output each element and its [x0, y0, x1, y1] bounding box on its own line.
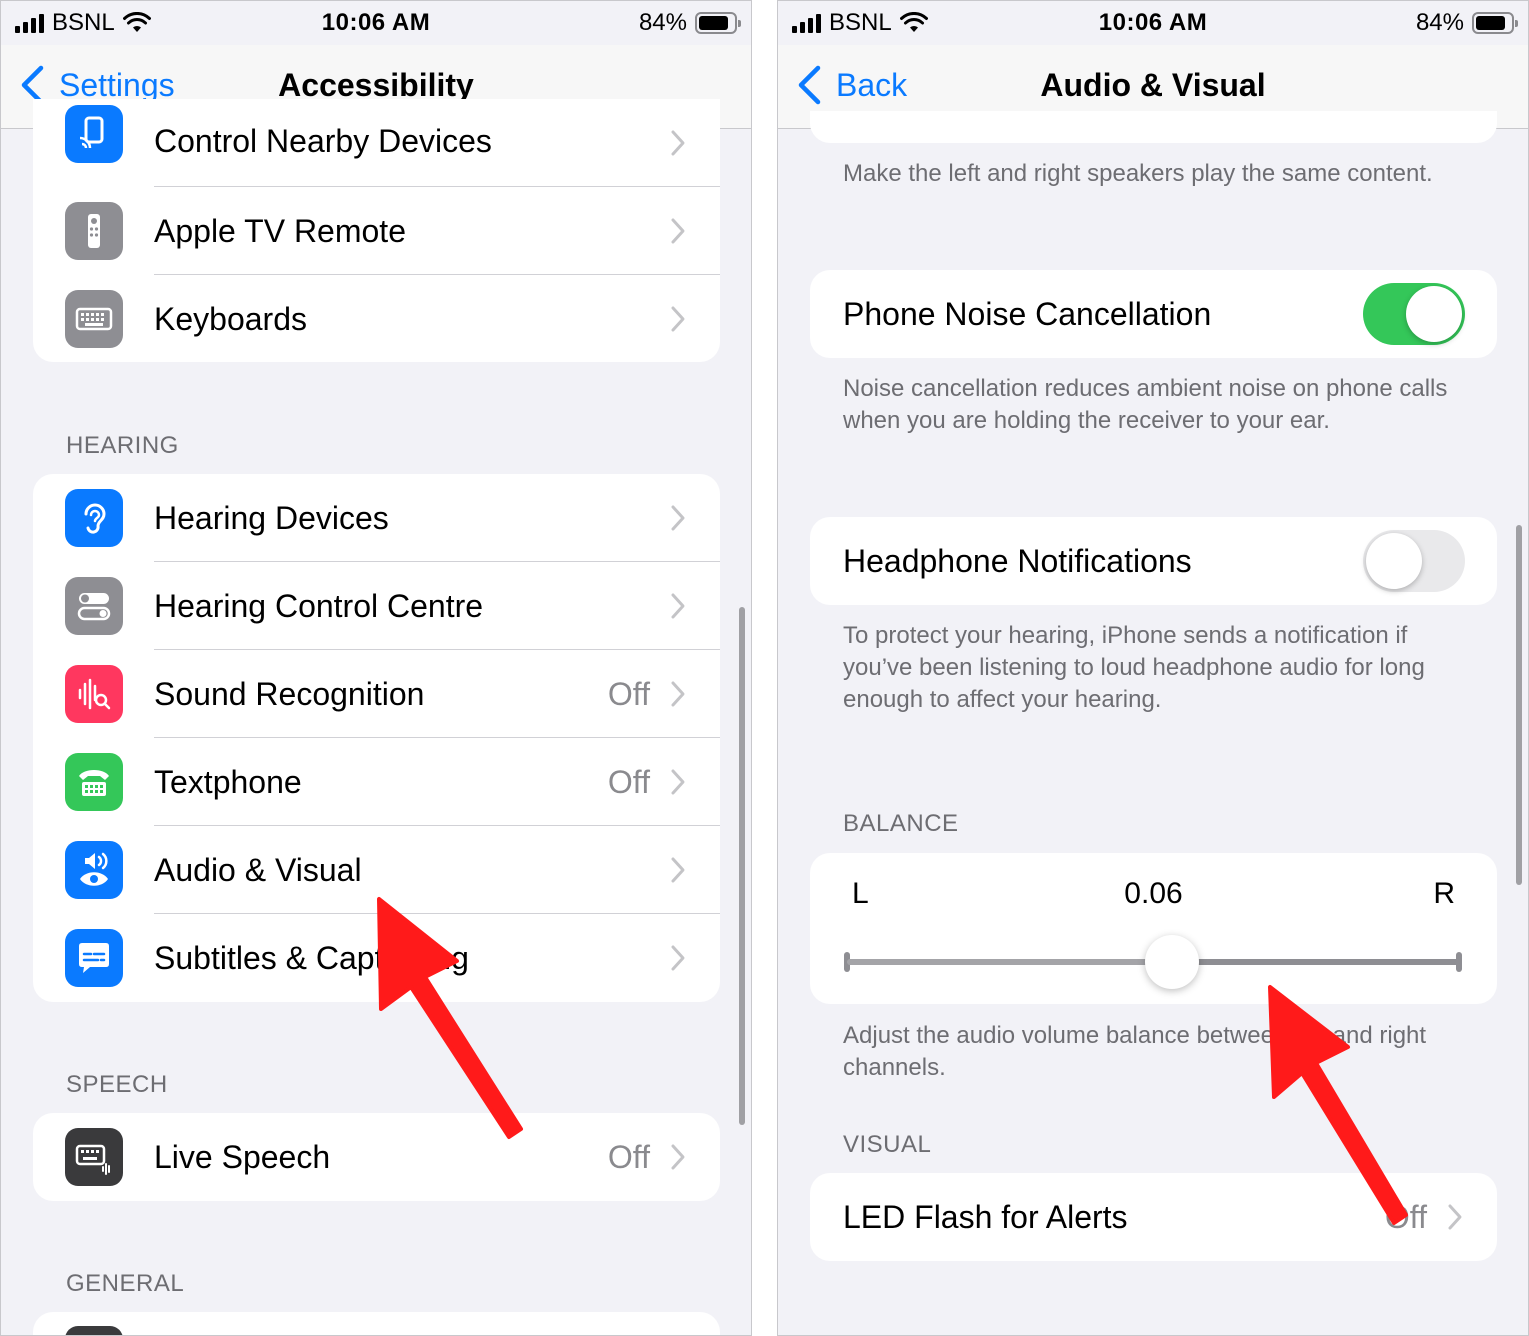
list-item-value: Off — [607, 1138, 650, 1175]
tv-remote-icon — [65, 202, 123, 260]
headphone-notifications-label: Headphone Notifications — [843, 542, 1192, 579]
chevron-right-icon — [671, 769, 685, 795]
chevron-right-icon — [1448, 1204, 1462, 1230]
slider-track-left — [847, 959, 1172, 965]
keyboard-icon — [65, 290, 123, 348]
slider-max-cap — [1456, 952, 1462, 972]
toggles-icon — [65, 577, 123, 635]
list-item-value: Off — [1384, 1198, 1427, 1235]
battery-icon — [695, 12, 741, 34]
balance-group: L 0.06 R — [810, 853, 1497, 1004]
list-item-hearing-control-centre[interactable]: Hearing Control Centre — [33, 562, 720, 650]
back-button-label: Settings — [59, 66, 175, 103]
balance-slider[interactable] — [844, 935, 1462, 989]
list-item-label: LED Flash for Alerts — [843, 1198, 1128, 1235]
battery-percent: 84% — [1415, 9, 1464, 36]
audio-visual-screen: BSNL 10:06 AM 84% Back Audio & Visual Ma… — [777, 0, 1529, 1336]
balance-right-label: R — [1433, 877, 1455, 910]
noise-cancellation-label: Phone Noise Cancellation — [843, 295, 1212, 332]
slider-thumb[interactable] — [1144, 935, 1199, 989]
scrollbar[interactable] — [1516, 525, 1522, 885]
chevron-right-icon — [671, 857, 685, 883]
textphone-icon — [65, 753, 123, 811]
waveform-search-icon — [65, 665, 123, 723]
list-item-textphone[interactable]: Textphone Off — [33, 738, 720, 826]
list-item-label: Subtitles & Captioning — [154, 939, 469, 976]
visual-group: LED Flash for Alerts Off — [810, 1173, 1497, 1261]
headphone-notifications-toggle[interactable] — [1363, 530, 1465, 592]
list-item-value: Off — [607, 675, 650, 712]
noise-cancellation-row: Phone Noise Cancellation — [810, 270, 1497, 358]
live-speech-keyboard-icon — [65, 1128, 123, 1186]
list-item-sound-recognition[interactable]: Sound Recognition Off — [33, 650, 720, 738]
slider-track-right — [1171, 959, 1459, 965]
chevron-right-icon — [671, 1144, 685, 1170]
list-item-hearing-devices[interactable]: Hearing Devices — [33, 474, 720, 562]
mono-audio-group — [810, 111, 1497, 143]
list-item-label: Apple TV Remote — [154, 212, 406, 249]
chevron-right-icon — [671, 130, 685, 156]
list-item-live-speech[interactable]: Live Speech Off — [33, 1113, 720, 1201]
balance-footer: Adjust the audio volume balance between … — [843, 1022, 1427, 1081]
list-item-label: Textphone — [154, 763, 302, 800]
noise-cancellation-toggle[interactable] — [1363, 283, 1465, 345]
status-bar: BSNL 10:06 AM 84% — [778, 1, 1528, 45]
chevron-right-icon — [671, 218, 685, 244]
speech-group: Live Speech Off — [33, 1113, 720, 1201]
list-item-keyboards[interactable]: Keyboards — [33, 275, 720, 362]
scrollbar[interactable] — [739, 607, 745, 1125]
back-button[interactable]: Back — [796, 65, 907, 105]
section-header-general: GENERAL — [66, 1270, 185, 1297]
caption-bubble-icon — [65, 929, 123, 987]
list-item-value: Off — [607, 763, 650, 800]
headphone-notifications-row: Headphone Notifications — [810, 517, 1497, 605]
interaction-group: Control Nearby Devices Apple TV Remote K… — [33, 99, 720, 362]
battery-icon — [1472, 12, 1518, 34]
ear-icon — [65, 489, 123, 547]
list-item-label: Live Speech — [154, 1138, 331, 1175]
section-header-visual: VISUAL — [843, 1131, 932, 1158]
keyboard-icon — [65, 1326, 123, 1335]
back-button-label: Back — [836, 66, 908, 103]
list-item-apple-tv-remote[interactable]: Apple TV Remote — [33, 187, 720, 275]
mono-audio-footer: Make the left and right speakers play th… — [843, 160, 1433, 187]
headphone-notifications-group: Headphone Notifications — [810, 517, 1497, 605]
list-item-label: Hearing Devices — [154, 499, 389, 536]
balance-value: 0.06 — [1124, 877, 1183, 910]
chevron-right-icon — [671, 593, 685, 619]
accessibility-screen: BSNL 10:06 AM 84% Settings Accessibility… — [0, 0, 752, 1336]
list-item-label: Keyboards — [154, 300, 307, 337]
chevron-left-icon — [798, 65, 821, 105]
list-item-led-flash[interactable]: LED Flash for Alerts Off — [810, 1173, 1497, 1261]
chevron-right-icon — [671, 945, 685, 971]
general-group — [33, 1312, 720, 1335]
noise-cancellation-footer: Noise cancellation reduces ambient noise… — [843, 375, 1448, 434]
list-item-subtitles-captioning[interactable]: Subtitles & Captioning — [33, 914, 720, 1002]
list-item-control-nearby-devices[interactable]: Control Nearby Devices — [33, 99, 720, 187]
speaker-eye-icon — [65, 841, 123, 899]
list-item-audio-visual[interactable]: Audio & Visual — [33, 826, 720, 914]
hearing-group: Hearing Devices Hearing Control Centre S… — [33, 474, 720, 1002]
list-item-label: Audio & Visual — [154, 851, 362, 888]
chevron-right-icon — [671, 306, 685, 332]
status-bar: BSNL 10:06 AM 84% — [1, 1, 751, 45]
noise-cancellation-group: Phone Noise Cancellation — [810, 270, 1497, 358]
list-item-label: Sound Recognition — [154, 675, 425, 712]
list-item-label: Hearing Control Centre — [154, 587, 484, 624]
list-item-label: Control Nearby Devices — [154, 123, 492, 159]
chevron-right-icon — [671, 681, 685, 707]
remote-devices-icon — [65, 105, 123, 163]
headphone-notifications-footer: To protect your hearing, iPhone sends a … — [843, 622, 1425, 713]
chevron-right-icon — [671, 505, 685, 531]
section-header-balance: BALANCE — [843, 810, 959, 837]
section-header-speech: SPEECH — [66, 1071, 168, 1098]
section-header-hearing: HEARING — [66, 432, 179, 459]
battery-percent: 84% — [638, 9, 687, 36]
